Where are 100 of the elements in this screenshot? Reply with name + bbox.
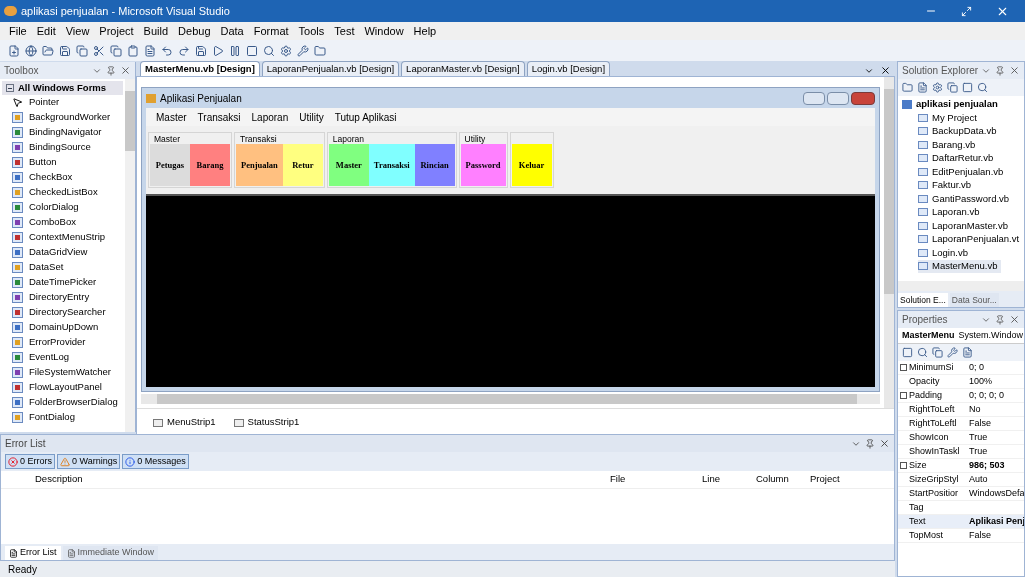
menu-item[interactable]: Edit — [31, 22, 61, 40]
scrollbar[interactable] — [898, 281, 1024, 291]
toolbar-icon[interactable] — [59, 44, 71, 57]
document-tab[interactable]: Login.vb [Design] — [526, 61, 611, 76]
filter-button[interactable]: 0 Warnings — [57, 454, 121, 469]
toolbox-item[interactable]: BindingSource — [0, 140, 125, 155]
toolbox-item[interactable]: Pointer — [0, 95, 125, 110]
document-tab[interactable]: LaporanMaster.vb [Design] — [401, 61, 525, 76]
toolbar-icon[interactable] — [917, 82, 928, 93]
tree-item[interactable]: Laporan.vb — [918, 205, 984, 219]
form-button[interactable]: Barang — [190, 144, 230, 186]
form-button[interactable]: Petugas — [150, 144, 190, 186]
property-row[interactable]: MinimumSi 0; 0 — [898, 361, 1024, 375]
toolbox-item[interactable]: CheckBox — [0, 170, 125, 185]
panel-tab[interactable]: Data Sour... — [949, 293, 999, 307]
expand-icon[interactable] — [900, 364, 907, 371]
column-header[interactable]: Line — [698, 472, 752, 487]
toolbar-icon[interactable] — [962, 347, 973, 358]
toolbar-icon[interactable] — [902, 82, 913, 93]
close-icon[interactable] — [879, 438, 890, 449]
collapse-icon[interactable] — [6, 84, 14, 92]
document-tab[interactable]: LaporanPenjualan.vb [Design] — [261, 61, 400, 76]
menu-item[interactable]: Build — [138, 22, 174, 40]
toolbar-icon[interactable] — [229, 44, 241, 57]
category-header[interactable]: All Windows Forms — [2, 81, 123, 95]
form-menu-item[interactable]: Master — [152, 109, 191, 125]
toolbar-icon[interactable] — [76, 44, 88, 57]
toolbox-item[interactable]: DirectorySearcher — [0, 305, 125, 320]
property-row[interactable]: RightToLeft No — [898, 403, 1024, 417]
form-menu-item[interactable]: Laporan — [247, 109, 293, 125]
toolbar-icon[interactable] — [25, 44, 37, 57]
toolbar-icon[interactable] — [902, 347, 913, 358]
property-row[interactable]: Opacity 100% — [898, 375, 1024, 389]
toolbar-icon[interactable] — [977, 82, 988, 93]
toolbar-icon[interactable] — [932, 82, 943, 93]
toolbar-icon[interactable] — [246, 44, 258, 57]
tree-item[interactable]: aplikasi penjualan — [902, 98, 1020, 111]
column-header[interactable]: Column — [752, 472, 806, 487]
form-button[interactable]: Retur — [282, 144, 323, 186]
menu-item[interactable]: Data — [215, 22, 249, 40]
close-icon[interactable] — [880, 65, 891, 76]
maximize-icon[interactable] — [961, 5, 972, 17]
tree-item[interactable]: BackupData.vb — [918, 124, 1001, 138]
tree-item[interactable]: EditPenjualan.vb — [918, 165, 1008, 179]
menu-item[interactable]: Debug — [173, 22, 216, 40]
toolbar-icon[interactable] — [127, 44, 139, 57]
toolbar-icon[interactable] — [932, 347, 943, 358]
form-button[interactable]: Penjualan — [236, 144, 283, 186]
toolbar-icon[interactable] — [110, 44, 122, 57]
property-row[interactable]: Text Aplikasi Penj — [898, 515, 1024, 529]
toolbar-icon[interactable] — [297, 44, 309, 57]
tree-item[interactable]: DaftarRetur.vb — [918, 151, 998, 165]
pin-icon[interactable] — [995, 314, 1005, 325]
tree-item[interactable]: Barang.vb — [918, 138, 980, 152]
form-menu-item[interactable]: Utility — [295, 109, 328, 125]
property-row[interactable]: SizeGripStyl Auto — [898, 473, 1024, 487]
menu-item[interactable]: Window — [359, 22, 409, 40]
menu-item[interactable]: File — [4, 22, 32, 40]
form-button[interactable]: Transaksi — [368, 144, 415, 186]
toolbar-icon[interactable] — [314, 44, 326, 57]
toolbox-item[interactable]: ErrorProvider — [0, 335, 125, 350]
toolbox-item[interactable]: DateTimePicker — [0, 275, 125, 290]
document-tab[interactable]: MasterMenu.vb [Design] — [140, 61, 260, 76]
toolbox-item[interactable]: FolderBrowserDialog — [0, 395, 125, 410]
toolbar-icon[interactable] — [962, 82, 973, 93]
property-row[interactable]: Padding 0; 0; 0; 0 — [898, 389, 1024, 403]
property-row[interactable]: ShowInTaskl True — [898, 445, 1024, 459]
tree-item[interactable]: Faktur.vb — [918, 178, 976, 192]
toolbar-icon[interactable] — [195, 44, 207, 57]
toolbox-item[interactable]: DataGridView — [0, 245, 125, 260]
toolbox-item[interactable]: DataSet — [0, 260, 125, 275]
form-menu-item[interactable]: Tutup Aplikasi — [330, 109, 401, 125]
toolbox-item[interactable]: ColorDialog — [0, 200, 125, 215]
panel-tab[interactable]: Solution E... — [898, 293, 948, 307]
tree-item[interactable]: GantiPassword.vb — [918, 192, 1014, 206]
toolbar-icon[interactable] — [178, 44, 190, 57]
toolbar-icon[interactable] — [947, 347, 958, 358]
toolbox-item[interactable]: BackgroundWorker — [0, 110, 125, 125]
dropdown-icon[interactable] — [864, 66, 874, 76]
form-menu-item[interactable]: Transaksi — [193, 109, 245, 125]
toolbar-icon[interactable] — [144, 44, 156, 57]
property-row[interactable]: Size 986; 503 — [898, 459, 1024, 473]
toolbar-icon[interactable] — [947, 82, 958, 93]
toolbar-icon[interactable] — [212, 44, 224, 57]
component-tray-item[interactable]: StatusStrip1 — [233, 415, 300, 430]
menu-item[interactable]: View — [60, 22, 95, 40]
tree-item[interactable]: MasterMenu.vb — [918, 259, 1002, 273]
tree-item[interactable]: LaporanMaster.vb — [918, 219, 1013, 233]
toolbox-item[interactable]: DirectoryEntry — [0, 290, 125, 305]
menu-item[interactable]: Format — [248, 22, 294, 40]
panel-tab[interactable]: Immediate Window — [62, 546, 159, 560]
property-row[interactable]: RightToLeftl False — [898, 417, 1024, 431]
property-row[interactable]: TopMost False — [898, 529, 1024, 543]
panel-tab[interactable]: Error List — [5, 546, 61, 560]
minimize-button[interactable] — [803, 91, 825, 105]
maximize-button[interactable] — [827, 91, 849, 105]
component-tray-item[interactable]: MenuStrip1 — [153, 415, 216, 430]
toolbar-icon[interactable] — [42, 44, 54, 57]
toolbar-icon[interactable] — [93, 44, 105, 57]
toolbox-item[interactable]: DomainUpDown — [0, 320, 125, 335]
